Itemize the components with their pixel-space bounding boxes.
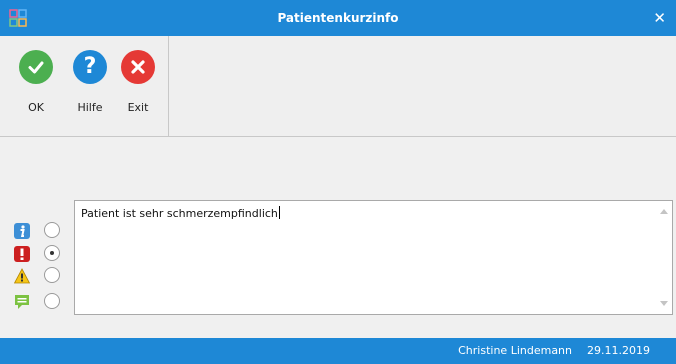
scroll-up-arrow-icon[interactable] (660, 209, 668, 214)
memo-textarea[interactable]: Patient ist sehr schmerzempfindlich (74, 200, 673, 315)
comment-icon (15, 295, 29, 309)
help-button[interactable]: ? Hilfe (66, 50, 114, 130)
priority-option-comment (14, 292, 64, 312)
status-bar: Christine Lindemann 29.11.2019 (0, 338, 676, 364)
info-icon (14, 223, 30, 239)
toolbar-group: OK ? Hilfe Exit (0, 36, 169, 136)
warning-icon (14, 268, 30, 284)
checkmark-icon (19, 50, 53, 84)
close-icon[interactable]: ✕ (653, 0, 666, 36)
window-title: Patientenkurzinfo (277, 11, 399, 25)
toolbar: OK ? Hilfe Exit (0, 36, 676, 137)
ok-button[interactable]: OK (12, 50, 60, 130)
priority-radio-comment[interactable] (44, 293, 60, 309)
memo-text: Patient ist sehr schmerzempfindlich (81, 207, 278, 220)
title-bar: Patientenkurzinfo ✕ (0, 0, 676, 36)
exclamation-icon (14, 246, 30, 262)
memo-text-line: Patient ist sehr schmerzempfindlich (81, 206, 280, 220)
priority-option-warning (14, 266, 64, 286)
text-caret (278, 206, 280, 219)
help-label: Hilfe (77, 101, 103, 114)
scroll-down-arrow-icon[interactable] (660, 301, 668, 306)
memo-scrollbar[interactable] (656, 201, 672, 314)
x-icon (121, 50, 155, 84)
status-user: Christine Lindemann (458, 344, 572, 357)
priority-option-important (14, 244, 64, 264)
status-date: 29.11.2019 (587, 344, 650, 357)
priority-radio-info[interactable] (44, 222, 60, 238)
priority-option-info (14, 221, 64, 241)
priority-radio-warning[interactable] (44, 267, 60, 283)
ok-label: OK (28, 101, 44, 114)
priority-radio-important[interactable] (44, 245, 60, 261)
question-icon: ? (73, 50, 107, 84)
exit-button[interactable]: Exit (114, 50, 162, 130)
exit-label: Exit (127, 101, 149, 114)
